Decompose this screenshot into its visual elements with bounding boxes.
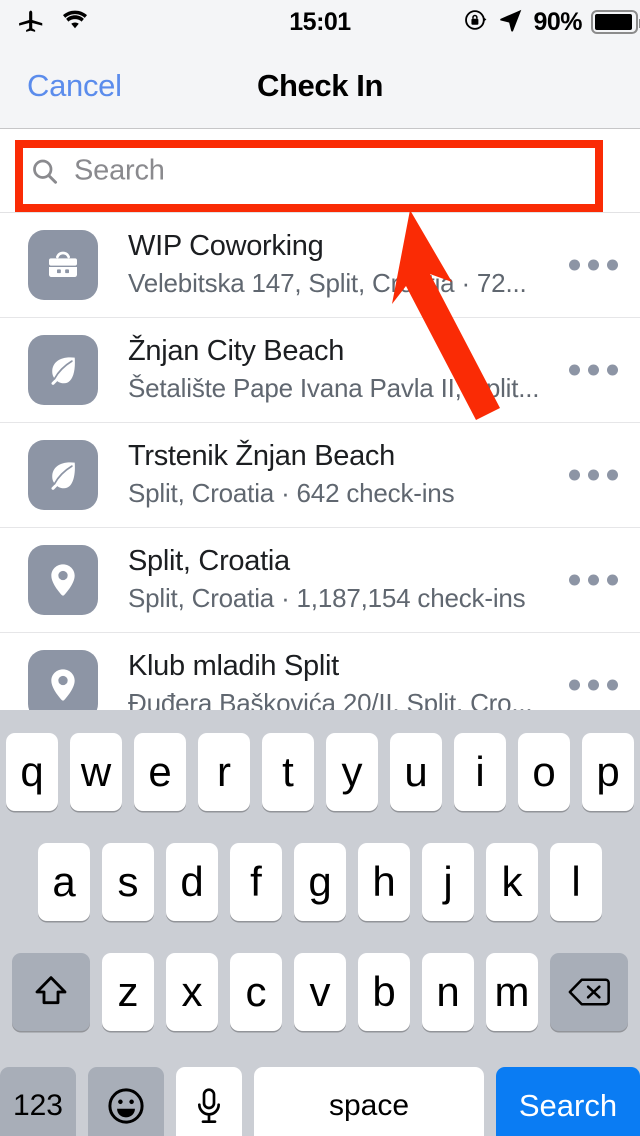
place-subtitle: Šetalište Pape Ivana Pavla II, Split...	[128, 372, 540, 403]
place-subtitle: Đuđera Baškovića 20/II, Split, Cro...	[128, 687, 533, 710]
key-v[interactable]: v	[294, 953, 346, 1031]
more-options-icon[interactable]	[569, 364, 618, 376]
rotation-lock-icon	[463, 7, 489, 38]
status-bar: 15:01 90%	[0, 0, 640, 44]
place-subtitle: Split, Croatia · 642 check-ins	[128, 477, 455, 508]
numeric-mode-key[interactable]: 123	[0, 1067, 76, 1136]
list-item-text: Žnjan City Beach Šetalište Pape Ivana Pa…	[98, 334, 640, 405]
list-item[interactable]: Split, Croatia Split, Croatia · 1,187,15…	[0, 528, 640, 633]
keyboard-row-4: 123 space Search	[0, 1038, 640, 1136]
list-item-text: Split, Croatia Split, Croatia · 1,187,15…	[98, 544, 640, 615]
more-options-icon[interactable]	[569, 469, 618, 481]
battery-icon	[591, 10, 640, 34]
place-name: Žnjan City Beach	[128, 335, 345, 368]
list-item-text: Trstenik Žnjan Beach Split, Croatia · 64…	[98, 439, 640, 510]
place-subtitle: Velebitska 147, Split, Croatia · 72...	[128, 267, 527, 298]
keyboard-row-3: z x c v b n m	[0, 928, 640, 1038]
key-b[interactable]: b	[358, 953, 410, 1031]
key-k[interactable]: k	[486, 843, 538, 921]
key-c[interactable]: c	[230, 953, 282, 1031]
battery-percent-label: 90%	[533, 7, 582, 36]
place-name: Split, Croatia	[128, 545, 290, 578]
place-name: Trstenik Žnjan Beach	[128, 440, 395, 473]
key-w[interactable]: w	[70, 733, 122, 811]
leaf-icon	[28, 440, 98, 510]
place-name: WIP Coworking	[128, 230, 324, 263]
place-name: Klub mladih Split	[128, 650, 339, 683]
page-title: Check In	[256, 68, 383, 103]
key-x[interactable]: x	[166, 953, 218, 1031]
list-item-text: WIP Coworking Velebitska 147, Split, Cro…	[98, 229, 640, 300]
list-item[interactable]: Žnjan City Beach Šetalište Pape Ivana Pa…	[0, 318, 640, 423]
status-bar-right: 90%	[463, 7, 640, 38]
list-item[interactable]: Trstenik Žnjan Beach Split, Croatia · 64…	[0, 423, 640, 528]
key-j[interactable]: j	[422, 843, 474, 921]
navigation-bar: Cancel Check In	[0, 44, 640, 129]
location-arrow-icon	[498, 7, 524, 38]
key-q[interactable]: q	[6, 733, 58, 811]
shift-key-icon[interactable]	[12, 953, 90, 1031]
return-search-key[interactable]: Search	[495, 1067, 640, 1136]
phone-screen: 15:01 90% Cancel Check In Search WIP Cow…	[0, 0, 640, 1136]
location-pin-icon	[28, 650, 98, 710]
emoji-key-icon[interactable]	[87, 1067, 164, 1136]
search-bar[interactable]: Search	[0, 130, 640, 213]
key-r[interactable]: r	[198, 733, 250, 811]
key-o[interactable]: o	[518, 733, 570, 811]
key-e[interactable]: e	[134, 733, 186, 811]
keyboard-row-2: a s d f g h j k l	[0, 818, 640, 928]
more-options-icon[interactable]	[569, 259, 618, 271]
list-item[interactable]: WIP Coworking Velebitska 147, Split, Cro…	[0, 213, 640, 318]
key-h[interactable]: h	[358, 843, 410, 921]
briefcase-icon	[28, 230, 98, 300]
key-z[interactable]: z	[102, 953, 154, 1031]
key-a[interactable]: a	[38, 843, 90, 921]
search-input[interactable]: Search	[30, 155, 165, 188]
on-screen-keyboard[interactable]: q w e r t y u i o p a s d f g h j k l z …	[0, 710, 640, 1136]
place-subtitle: Split, Croatia · 1,187,154 check-ins	[128, 582, 526, 613]
list-item-text: Klub mladih Split Đuđera Baškovića 20/II…	[98, 649, 640, 710]
key-f[interactable]: f	[230, 843, 282, 921]
key-m[interactable]: m	[486, 953, 538, 1031]
keyboard-row-1: q w e r t y u i o p	[0, 710, 640, 818]
key-p[interactable]: p	[582, 733, 634, 811]
more-options-icon[interactable]	[569, 679, 618, 691]
location-pin-icon	[28, 545, 98, 615]
key-i[interactable]: i	[454, 733, 506, 811]
search-placeholder: Search	[74, 154, 165, 187]
list-item[interactable]: Klub mladih Split Đuđera Baškovića 20/II…	[0, 633, 640, 710]
key-n[interactable]: n	[422, 953, 474, 1031]
key-g[interactable]: g	[294, 843, 346, 921]
key-d[interactable]: d	[166, 843, 218, 921]
more-options-icon[interactable]	[569, 574, 618, 586]
key-t[interactable]: t	[262, 733, 314, 811]
delete-key-icon[interactable]	[550, 953, 628, 1031]
key-y[interactable]: y	[326, 733, 378, 811]
microphone-key-icon[interactable]	[175, 1067, 243, 1136]
leaf-icon	[28, 335, 98, 405]
place-results-list[interactable]: WIP Coworking Velebitska 147, Split, Cro…	[0, 213, 640, 710]
key-u[interactable]: u	[390, 733, 442, 811]
space-key[interactable]: space	[254, 1067, 484, 1136]
key-s[interactable]: s	[102, 843, 154, 921]
key-l[interactable]: l	[550, 843, 602, 921]
search-icon	[30, 156, 60, 186]
